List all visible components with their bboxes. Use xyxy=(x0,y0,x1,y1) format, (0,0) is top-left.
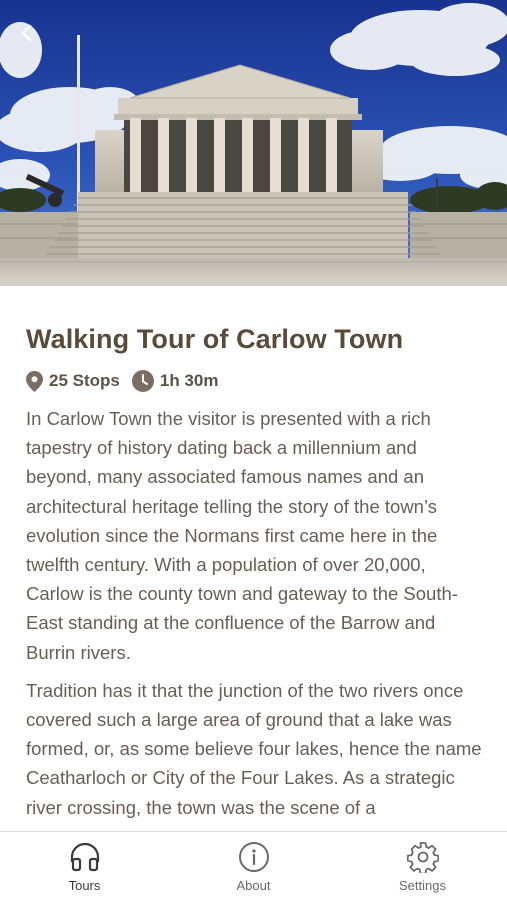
tab-settings-label: Settings xyxy=(399,878,446,893)
duration-value: 1h 30m xyxy=(159,371,219,390)
tab-tours-label: Tours xyxy=(68,878,101,893)
tab-about[interactable]: About xyxy=(169,832,338,900)
tab-tours[interactable]: Tours xyxy=(0,832,169,900)
tab-about-label: About xyxy=(236,878,271,893)
tour-details: Walking Tour of Carlow Town 25 Stops 1h … xyxy=(26,286,486,831)
stops-count: 25 Stops xyxy=(49,371,120,390)
info-icon xyxy=(237,840,271,874)
clock-icon xyxy=(131,370,154,392)
back-button[interactable] xyxy=(12,18,42,48)
tour-meta: 25 Stops 1h 30m xyxy=(26,368,486,394)
duration-info: 1h 30m xyxy=(131,370,219,392)
stops-info: 25 Stops xyxy=(26,370,120,392)
tour-title: Walking Tour of Carlow Town xyxy=(26,324,404,354)
headphones-icon xyxy=(68,840,102,874)
gear-icon xyxy=(406,840,440,874)
tab-settings[interactable]: Settings xyxy=(338,832,507,900)
chevron-left-icon xyxy=(21,24,32,42)
description-paragraph: In Carlow Town the visitor is presented … xyxy=(26,408,458,663)
hero-image xyxy=(0,0,507,286)
map-pin-icon xyxy=(26,370,43,392)
description-paragraph: Tradition has it that the junction of th… xyxy=(26,679,482,818)
courthouse-photo xyxy=(0,0,507,286)
bottom-tab-bar: Tours About Settings xyxy=(0,831,507,900)
